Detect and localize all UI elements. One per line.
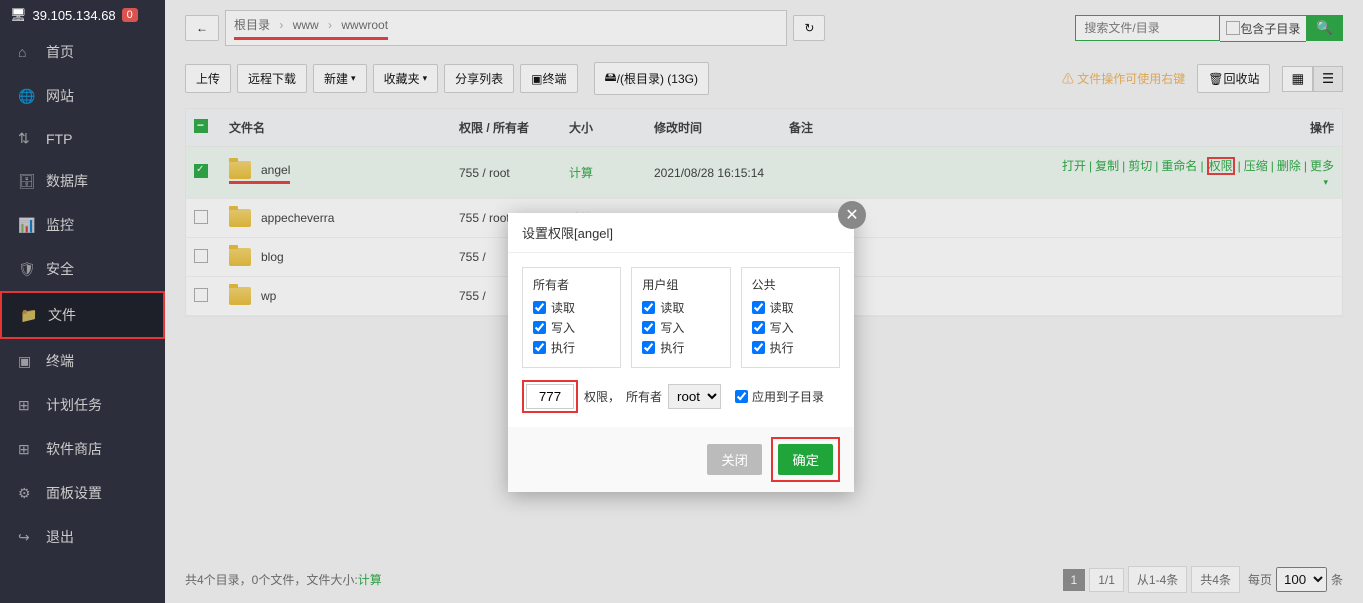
permission-value-input[interactable] — [526, 384, 574, 409]
sidebar-item-home[interactable]: ⌂ 首页 — [0, 30, 165, 74]
ok-button[interactable]: 确定 — [778, 444, 833, 475]
public-exec-checkbox[interactable]: 执行 — [752, 339, 829, 356]
perm-group-col: 用户组 读取 写入 执行 — [631, 267, 730, 368]
owner-read-checkbox[interactable]: 读取 — [533, 299, 610, 316]
sidebar-item-label: 退出 — [46, 527, 74, 547]
group-read-checkbox[interactable]: 读取 — [642, 299, 719, 316]
cron-icon: ⊞ — [18, 397, 34, 414]
sidebar-item-settings[interactable]: ⚙ 面板设置 — [0, 471, 165, 515]
server-ip: 39.105.134.68 — [33, 8, 116, 23]
database-icon: 🗄 — [18, 173, 34, 190]
sidebar-item-ftp[interactable]: ⇅ FTP — [0, 118, 165, 159]
sidebar-item-label: 监控 — [46, 215, 74, 235]
monitor-icon: 📊 — [18, 217, 34, 234]
sidebar-item-label: 软件商店 — [46, 439, 102, 459]
sidebar-item-label: 首页 — [46, 42, 74, 62]
group-write-checkbox[interactable]: 写入 — [642, 319, 719, 336]
sidebar-item-label: 文件 — [48, 305, 76, 325]
public-write-checkbox[interactable]: 写入 — [752, 319, 829, 336]
perm-owner-col: 所有者 读取 写入 执行 — [522, 267, 621, 368]
sidebar-item-logout[interactable]: ↪ 退出 — [0, 515, 165, 559]
ftp-icon: ⇅ — [18, 130, 34, 147]
notifications-badge[interactable]: 0 — [122, 8, 138, 22]
perm-public-col: 公共 读取 写入 执行 — [741, 267, 840, 368]
owner-write-checkbox[interactable]: 写入 — [533, 319, 610, 336]
permission-modal: ✕ 设置权限[angel] 所有者 读取 写入 执行 用户组 读取 写入 执行 … — [508, 213, 854, 492]
public-read-checkbox[interactable]: 读取 — [752, 299, 829, 316]
close-icon[interactable]: ✕ — [838, 201, 866, 229]
sidebar-item-folder[interactable]: 📁 文件 — [0, 291, 165, 339]
group-exec-checkbox[interactable]: 执行 — [642, 339, 719, 356]
sidebar-item-globe[interactable]: 🌐 网站 — [0, 74, 165, 118]
sidebar-item-label: 计划任务 — [46, 395, 102, 415]
apps-icon: ⊞ — [18, 441, 34, 458]
apply-subdir-checkbox[interactable]: 应用到子目录 — [735, 388, 824, 405]
folder-icon: 📁 — [20, 307, 36, 324]
sidebar-item-monitor[interactable]: 📊 监控 — [0, 203, 165, 247]
sidebar-item-label: 网站 — [46, 86, 74, 106]
globe-icon: 🌐 — [18, 88, 34, 105]
owner-exec-checkbox[interactable]: 执行 — [533, 339, 610, 356]
settings-icon: ⚙ — [18, 485, 34, 502]
sidebar-item-label: 终端 — [46, 351, 74, 371]
sidebar-item-terminal[interactable]: ▣ 终端 — [0, 339, 165, 383]
logout-icon: ↪ — [18, 529, 34, 546]
cancel-button[interactable]: 关闭 — [707, 444, 762, 475]
sidebar-item-database[interactable]: 🗄 数据库 — [0, 159, 165, 203]
owner-select[interactable]: root — [668, 384, 721, 409]
sidebar-header: 🖥 39.105.134.68 0 — [0, 0, 165, 30]
terminal-icon: ▣ — [18, 353, 34, 370]
monitor-icon: 🖥 — [10, 7, 27, 23]
security-icon: 🛡 — [18, 261, 34, 278]
sidebar: 🖥 39.105.134.68 0 ⌂ 首页 🌐 网站 ⇅ FTP 🗄 数据库 📊 监控 🛡 安全 📁 文… — [0, 0, 165, 603]
sidebar-item-cron[interactable]: ⊞ 计划任务 — [0, 383, 165, 427]
sidebar-item-apps[interactable]: ⊞ 软件商店 — [0, 427, 165, 471]
sidebar-item-label: 面板设置 — [46, 483, 102, 503]
sidebar-item-label: FTP — [46, 131, 72, 147]
sidebar-item-label: 安全 — [46, 259, 74, 279]
modal-title: 设置权限[angel] — [508, 213, 854, 253]
home-icon: ⌂ — [18, 44, 34, 60]
sidebar-item-label: 数据库 — [46, 171, 88, 191]
sidebar-item-security[interactable]: 🛡 安全 — [0, 247, 165, 291]
